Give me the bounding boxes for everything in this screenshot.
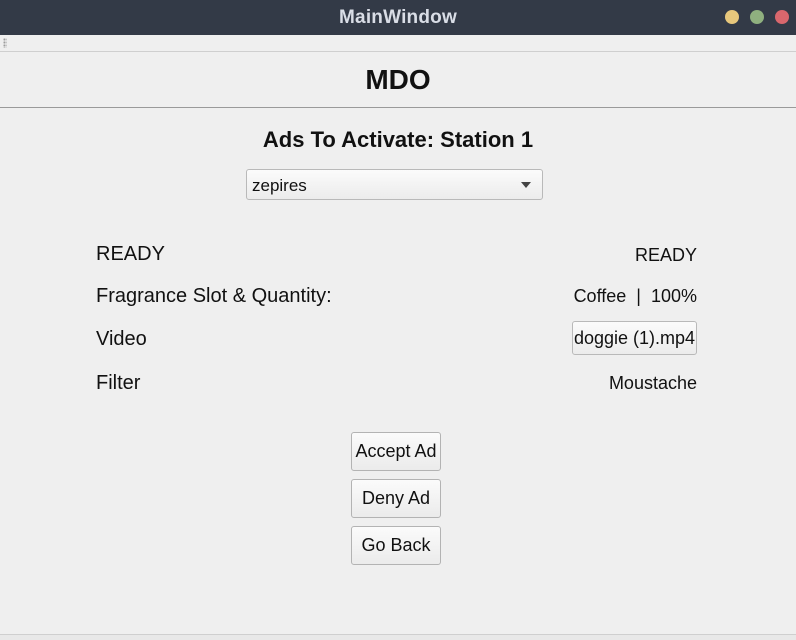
header-divider: [0, 107, 796, 108]
status-bar: [0, 634, 796, 640]
filter-label: Filter: [96, 372, 141, 394]
minimize-icon[interactable]: [725, 10, 739, 24]
chevron-down-icon: [521, 182, 531, 188]
page-title: MDO: [365, 64, 431, 95]
ad-select-value: zepires: [252, 176, 307, 195]
window-controls: [725, 10, 789, 24]
section-title: Ads To Activate: Station 1: [262, 127, 534, 152]
video-file-button[interactable]: doggie (1).mp4: [572, 321, 697, 355]
video-label: Video: [96, 328, 147, 350]
maximize-icon[interactable]: [750, 10, 764, 24]
fragrance-value: Coffee | 100%: [573, 286, 697, 306]
go-back-button[interactable]: Go Back: [351, 526, 441, 565]
window-title: MainWindow: [339, 6, 457, 28]
filter-value: Moustache: [608, 373, 697, 393]
status-label: READY: [96, 243, 165, 265]
status-value: READY: [634, 245, 697, 265]
accept-ad-button[interactable]: Accept Ad: [351, 432, 441, 471]
toolbar: [0, 35, 796, 52]
fragrance-label: Fragrance Slot & Quantity:: [96, 285, 332, 307]
window-titlebar: MainWindow: [0, 0, 796, 35]
ad-select-dropdown[interactable]: zepires: [246, 169, 543, 200]
toolbar-grip-icon[interactable]: [3, 38, 7, 48]
deny-ad-button[interactable]: Deny Ad: [351, 479, 441, 518]
close-icon[interactable]: [775, 10, 789, 24]
